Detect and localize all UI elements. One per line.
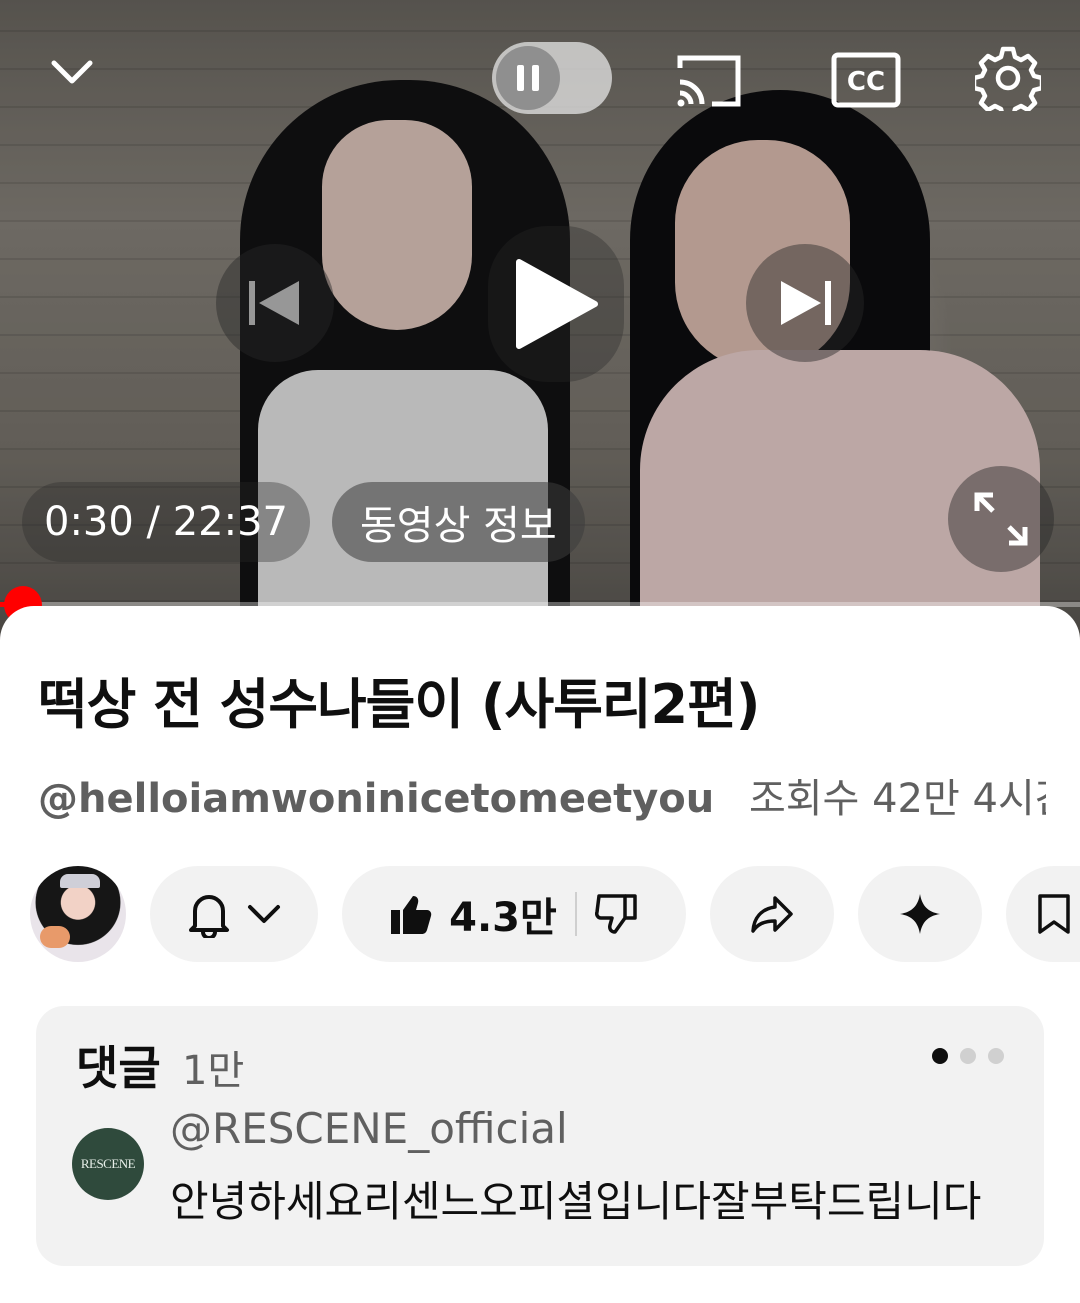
- notification-button[interactable]: [150, 866, 318, 962]
- view-count: 조회수 42만: [748, 776, 960, 822]
- skip-previous-icon: [249, 281, 299, 325]
- avatar-snack: [40, 926, 70, 948]
- comment-text: 안녕하세요리센느오피셜입니다잘부탁드립니다: [170, 1177, 982, 1226]
- captions-icon: CC: [831, 52, 901, 108]
- like-count[interactable]: 4.3만: [449, 885, 557, 943]
- like-dislike-group: 4.3만: [342, 866, 686, 962]
- save-icon: [1038, 894, 1070, 934]
- comments-section[interactable]: 댓글 1만 RESCENE @RESCENE_official 안녕하세요리센느…: [36, 1006, 1044, 1266]
- captions-button[interactable]: CC: [826, 45, 906, 115]
- chevron-down-icon: [248, 905, 280, 923]
- autoplay-toggle[interactable]: [492, 42, 612, 114]
- skip-next-icon: [781, 281, 831, 325]
- play-button[interactable]: [488, 226, 624, 382]
- time-display: 0:30 / 22:37: [22, 482, 311, 562]
- comments-count: 1만: [182, 1048, 245, 1094]
- fullscreen-icon: [974, 492, 1028, 546]
- next-button[interactable]: [746, 244, 864, 362]
- previous-button[interactable]: [216, 244, 334, 362]
- gear-icon: [975, 46, 1041, 111]
- cast-icon: [677, 55, 741, 107]
- channel-handle[interactable]: @helloiamwoninicetomeetyou: [38, 776, 714, 822]
- save-button[interactable]: [1006, 866, 1080, 962]
- video-info-button[interactable]: 동영상 정보: [332, 482, 585, 562]
- play-icon: [516, 259, 598, 349]
- carousel-dot-2: [960, 1048, 976, 1064]
- share-icon: [751, 896, 793, 933]
- settings-button[interactable]: [970, 40, 1046, 116]
- video-meta[interactable]: @helloiamwoninicetomeetyou 조회수 42만 4시간 전: [38, 766, 1046, 826]
- cast-button[interactable]: [668, 45, 748, 115]
- comment-author[interactable]: @RESCENE_official: [170, 1104, 568, 1153]
- sparkle-icon: [900, 894, 940, 934]
- share-button[interactable]: [710, 866, 834, 962]
- comment-avatar[interactable]: RESCENE: [72, 1128, 144, 1200]
- carousel-dots: [932, 1048, 1004, 1064]
- upload-time: 4시간 전: [972, 776, 1047, 822]
- carousel-dot-3: [988, 1048, 1004, 1064]
- carousel-dot-1: [932, 1048, 948, 1064]
- video-player[interactable]: CC 0:30 / 22:37 동영상 정보: [0, 0, 1080, 640]
- chevron-down-icon: [51, 60, 93, 84]
- bell-icon: [189, 895, 229, 938]
- action-bar: 4.3만: [30, 866, 1080, 962]
- fullscreen-button[interactable]: [948, 466, 1054, 572]
- pause-icon: [496, 46, 560, 110]
- svg-text:CC: CC: [847, 67, 885, 97]
- collapse-button[interactable]: [40, 40, 104, 104]
- like-divider: [574, 892, 577, 936]
- comments-heading: 댓글: [76, 1041, 161, 1095]
- ask-ai-button[interactable]: [858, 866, 982, 962]
- channel-avatar[interactable]: [30, 866, 126, 962]
- video-title[interactable]: 떡상 전 성수나들이 (사투리2편): [38, 660, 760, 739]
- avatar-crown: [60, 874, 100, 888]
- thumbs-up-icon[interactable]: [389, 892, 433, 936]
- thumbs-down-icon[interactable]: [594, 892, 639, 936]
